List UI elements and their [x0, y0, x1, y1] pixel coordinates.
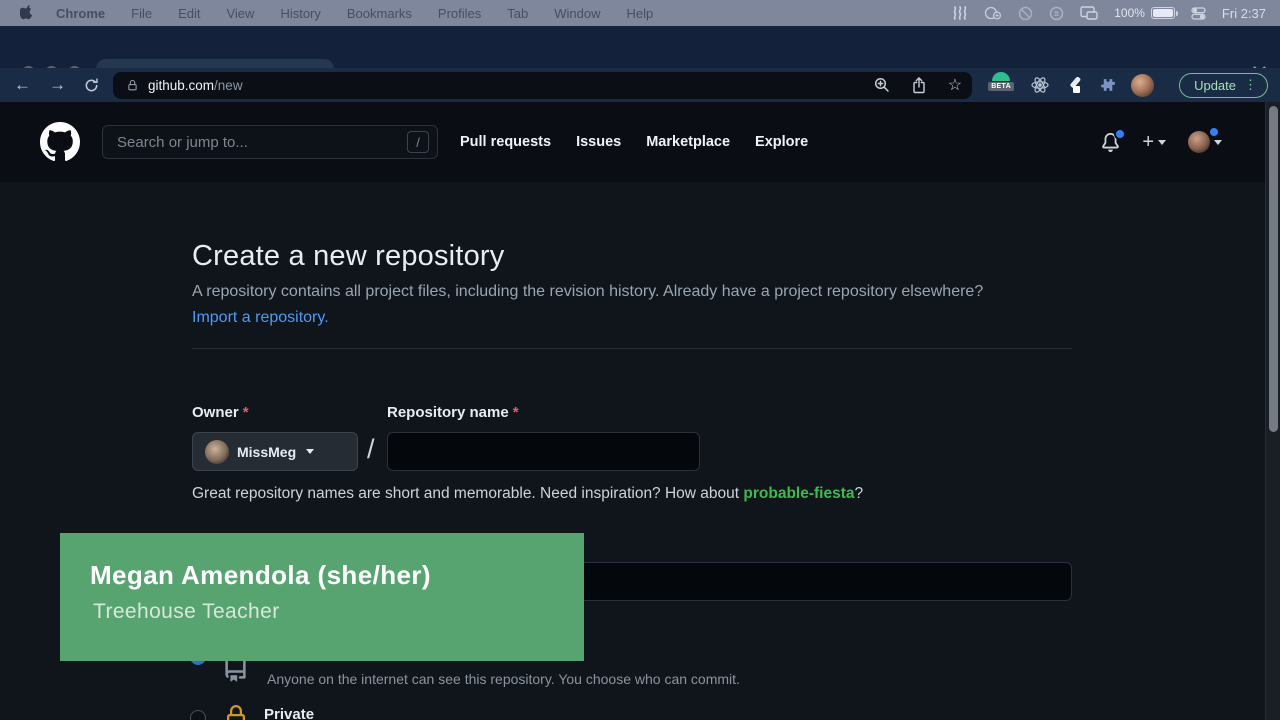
repo-name-hint: Great repository names are short and mem…: [192, 485, 863, 503]
create-new-dropdown[interactable]: +: [1142, 132, 1166, 152]
blocked-circle-icon[interactable]: [1018, 6, 1033, 21]
hint-text: Great repository names are short and mem…: [192, 485, 743, 502]
site-lock-icon[interactable]: [127, 79, 138, 92]
intro-sentence: A repository contains all project files,…: [192, 283, 983, 300]
menu-edit[interactable]: Edit: [178, 6, 200, 21]
menu-bookmarks[interactable]: Bookmarks: [347, 6, 412, 21]
avatar-notification-dot: [1208, 126, 1220, 138]
presenter-role: Treehouse Teacher: [93, 600, 584, 624]
chevron-down-icon: [1214, 140, 1222, 145]
required-asterisk: *: [243, 404, 249, 421]
extensions-puzzle-icon[interactable]: [1099, 77, 1116, 94]
share-icon[interactable]: [912, 77, 926, 94]
scrollbar-thumb[interactable]: [1269, 106, 1278, 432]
battery-icon: [1151, 7, 1175, 19]
menubar-menus: Chrome File Edit View History Bookmarks …: [56, 6, 653, 21]
eyedropper-extension-icon[interactable]: [1064, 75, 1084, 95]
menu-view[interactable]: View: [226, 6, 254, 21]
menubar-clock[interactable]: Fri 2:37: [1222, 6, 1266, 21]
import-repository-link[interactable]: Import a repository.: [192, 309, 329, 326]
menu-chrome[interactable]: Chrome: [56, 6, 105, 21]
search-input[interactable]: [111, 134, 407, 151]
github-header: / Pull requests Issues Marketplace Explo…: [0, 102, 1280, 182]
extensions-area: BETA: [986, 72, 1280, 98]
menu-help[interactable]: Help: [627, 6, 654, 21]
chrome-profile-avatar[interactable]: [1131, 74, 1154, 97]
chrome-update-button[interactable]: Update ⋮: [1179, 73, 1268, 98]
intro-text: A repository contains all project files,…: [192, 279, 1017, 331]
repository-name-input[interactable]: [387, 432, 700, 471]
notifications-bell-icon[interactable]: [1101, 133, 1120, 152]
menu-file[interactable]: File: [131, 6, 152, 21]
owner-label: Owner*: [192, 404, 249, 421]
steam-waves-icon[interactable]: [952, 6, 968, 20]
browser-addressbar: ← → github.com/new: [0, 68, 1280, 102]
battery-indicator[interactable]: 100%: [1114, 6, 1175, 20]
notification-dot: [1114, 128, 1126, 140]
macos-menubar: Chrome File Edit View History Bookmarks …: [0, 0, 1280, 26]
nav-marketplace[interactable]: Marketplace: [646, 134, 730, 150]
beta-badge: BETA: [988, 82, 1014, 91]
public-description: Anyone on the internet can see this repo…: [267, 671, 740, 687]
page-title: Create a new repository: [192, 240, 504, 273]
chevron-down-icon: [1158, 140, 1166, 145]
screen: Chrome File Edit View History Bookmarks …: [0, 0, 1280, 720]
zoom-page-icon[interactable]: [874, 77, 890, 93]
owner-avatar: [205, 440, 229, 464]
display-mirroring-icon[interactable]: [1080, 6, 1098, 20]
github-logo-icon[interactable]: [40, 122, 80, 162]
github-search-box[interactable]: /: [102, 125, 438, 159]
scrollbar-track[interactable]: [1265, 102, 1280, 720]
battery-percent: 100%: [1114, 6, 1145, 20]
presenter-name: Megan Amendola (she/her): [90, 560, 584, 591]
owner-repo-separator: /: [367, 434, 375, 465]
slash-key-hint: /: [407, 131, 429, 153]
url-text: github.com/new: [148, 78, 243, 93]
lock-icon: [224, 705, 248, 720]
menu-history[interactable]: History: [280, 6, 320, 21]
github-avatar: [1188, 131, 1210, 153]
repository-name-label: Repository name*: [387, 404, 519, 421]
github-nav: Pull requests Issues Marketplace Explore: [460, 134, 808, 150]
forward-button[interactable]: →: [49, 75, 66, 95]
menu-tab[interactable]: Tab: [507, 6, 528, 21]
owner-name: MissMeg: [237, 444, 296, 460]
required-asterisk: *: [513, 404, 519, 421]
atom-extension-icon[interactable]: [1031, 76, 1049, 94]
private-radio[interactable]: [190, 710, 206, 720]
nav-issues[interactable]: Issues: [576, 134, 621, 150]
url-field[interactable]: github.com/new ☆: [113, 72, 972, 99]
nav-pull-requests[interactable]: Pull requests: [460, 134, 551, 150]
hint-question-mark: ?: [855, 485, 864, 502]
menu-window[interactable]: Window: [554, 6, 600, 21]
private-label: Private: [264, 706, 314, 720]
url-host: github.com: [148, 78, 214, 93]
suggested-repo-name[interactable]: probable-fiesta: [743, 485, 854, 502]
status-circle-icon[interactable]: [1049, 6, 1064, 21]
bookmark-star-icon[interactable]: ☆: [948, 75, 962, 95]
chevron-down-icon: [306, 449, 314, 454]
update-label: Update: [1194, 78, 1236, 93]
menubar-status-area: 100% Fri 2:37: [952, 6, 1266, 21]
menu-profiles[interactable]: Profiles: [438, 6, 481, 21]
profile-dropdown[interactable]: [1188, 131, 1222, 153]
plus-icon: +: [1142, 132, 1154, 152]
owner-select-button[interactable]: MissMeg: [192, 432, 358, 471]
reload-button[interactable]: [84, 78, 99, 93]
nav-explore[interactable]: Explore: [755, 134, 808, 150]
back-button[interactable]: ←: [14, 75, 31, 95]
beta-extension-icon[interactable]: BETA: [986, 72, 1016, 98]
browser-tabstrip: Create a New Repository × +: [0, 26, 1280, 68]
coin-badge-icon[interactable]: [984, 6, 1002, 20]
presenter-lower-third: Megan Amendola (she/her) Treehouse Teach…: [60, 533, 584, 661]
browser-menu-kebab-icon[interactable]: ⋮: [1244, 77, 1257, 93]
apple-menu-icon[interactable]: [20, 5, 34, 21]
section-divider: [192, 348, 1072, 349]
url-path: /new: [214, 78, 243, 93]
control-center-icon[interactable]: [1191, 7, 1206, 20]
